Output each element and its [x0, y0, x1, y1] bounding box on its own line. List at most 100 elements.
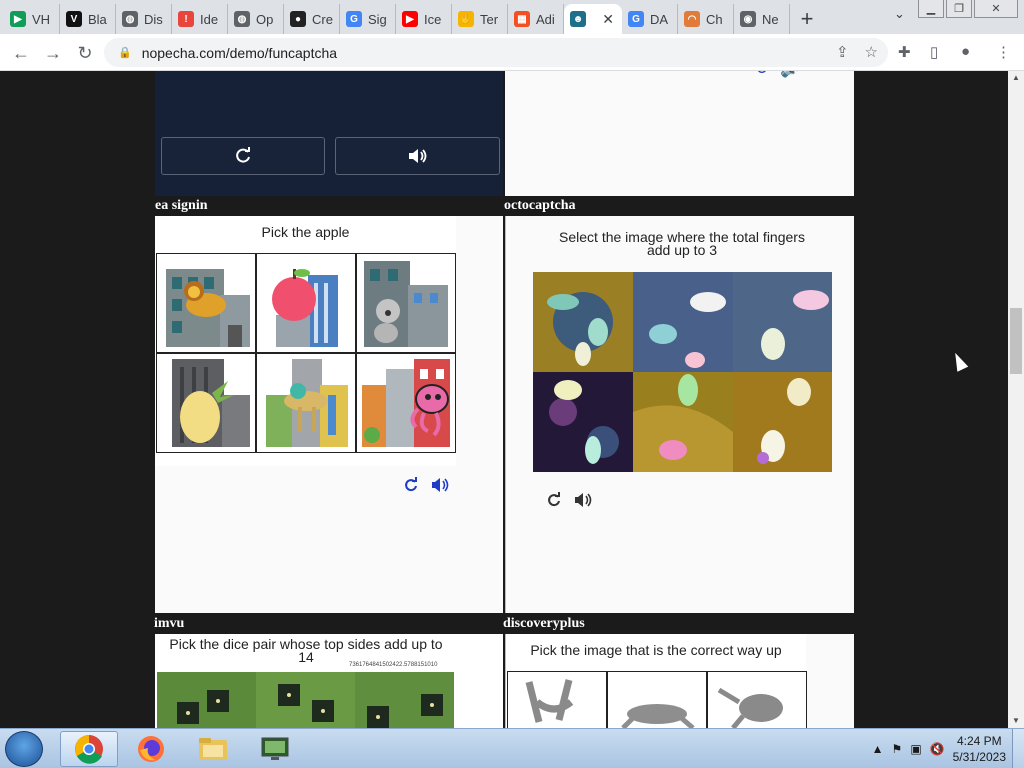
address-bar[interactable]: 🔒 nopecha.com/demo/funcaptcha ⇪ ☆ [104, 38, 888, 67]
tile-hands-3[interactable] [733, 272, 832, 372]
tab-label: Ch [706, 11, 723, 27]
tab-label: Bla [88, 11, 107, 27]
play-store-icon: ▶ [10, 11, 26, 27]
tab-label: Dis [144, 11, 163, 27]
tile-octopus[interactable] [356, 353, 456, 453]
tile-hands-4[interactable] [533, 372, 633, 472]
tile-lion[interactable] [156, 253, 256, 353]
monitor-icon [261, 737, 289, 760]
tile-animal-3[interactable] [707, 671, 807, 728]
window-controls: ▁ ❐ ✕ [918, 0, 1018, 18]
tab-label: Ide [200, 11, 219, 27]
tab-label: Ne [762, 11, 779, 27]
tab-close-icon[interactable]: ✕ [602, 11, 614, 28]
refresh-icon[interactable] [546, 492, 562, 508]
screen: { "browser": { "tabs": [ {"label": "VH",… [0, 0, 1024, 768]
dice-photo [355, 672, 454, 728]
clock-date: 5/31/2023 [952, 750, 1006, 764]
browser-tab[interactable]: ▶ VH [4, 4, 60, 34]
scroll-thumb[interactable] [1010, 308, 1022, 374]
volume-muted-icon[interactable]: 🔇 [930, 742, 945, 756]
koala-building-image [364, 261, 448, 347]
tray-arrow-icon[interactable]: ▲ [872, 742, 884, 756]
clock[interactable]: 4:24 PM 5/31/2023 [953, 733, 1006, 765]
network-icon[interactable]: ▣ [910, 742, 921, 756]
audio-button[interactable] [335, 137, 500, 175]
tab-search-icon[interactable]: ⌄ [894, 6, 905, 22]
browser-tab[interactable]: ! Ide [172, 4, 228, 34]
browser-tab[interactable]: G DA [622, 4, 678, 34]
browser-tab[interactable]: G Sig [340, 4, 396, 34]
browser-tab[interactable]: ◉ Ne [734, 4, 790, 34]
menu-kebab-icon[interactable]: ⋮ [996, 43, 1011, 61]
reload-icon[interactable]: ↻ [74, 42, 96, 64]
hands-photo [533, 372, 633, 472]
close-window-button[interactable]: ✕ [974, 0, 1018, 18]
flag-icon[interactable]: ⚑ [892, 742, 903, 756]
tile-koala[interactable] [356, 253, 456, 353]
profile-icon[interactable]: ● [961, 43, 970, 60]
tile-hands-2[interactable] [633, 272, 733, 372]
youtube-icon: ▶ [402, 11, 418, 27]
tile-animal-1[interactable] [507, 671, 607, 728]
speaker-icon[interactable]: 🔊 [780, 71, 800, 79]
taskbar-chrome[interactable] [60, 731, 118, 767]
tile-animal-2[interactable] [607, 671, 707, 728]
extensions-icon[interactable]: ✚ [898, 43, 911, 61]
tile-camel[interactable] [256, 353, 356, 453]
scroll-down-icon[interactable]: ▼ [1012, 716, 1020, 725]
scroll-up-icon[interactable]: ▲ [1012, 73, 1020, 82]
page-scrollbar[interactable]: ▲ ▼ [1008, 71, 1024, 728]
animal-photo [525, 679, 574, 723]
tile-dice-3[interactable] [355, 672, 454, 728]
hands-photo [733, 372, 832, 472]
lion-building-image [166, 269, 250, 347]
previous-controls: ↻ 🔊 [755, 71, 800, 79]
refresh-icon[interactable] [403, 477, 419, 493]
side-panel-icon[interactable]: ▯ [930, 43, 938, 61]
forward-icon[interactable]: → [42, 42, 64, 64]
tile-dice-2[interactable] [256, 672, 355, 728]
taskbar-app[interactable] [246, 731, 304, 767]
discoveryplus-tile-grid [507, 671, 807, 728]
show-desktop-button[interactable] [1012, 729, 1024, 768]
tab-label: Ice [424, 11, 442, 27]
browser-tab[interactable]: V Bla [60, 4, 116, 34]
browser-tab[interactable]: ◍ Op [228, 4, 284, 34]
google-icon: G [628, 11, 644, 27]
share-icon[interactable]: ⇪ [836, 43, 849, 61]
robot-icon: ☻ [570, 11, 586, 27]
ea-signin-captcha: Pick the apple [155, 216, 456, 466]
browser-tab[interactable]: ◠ Ch [678, 4, 734, 34]
speaker-icon[interactable] [574, 492, 594, 508]
speaker-icon[interactable] [431, 477, 451, 493]
google-icon: G [346, 11, 362, 27]
bookmark-star-icon[interactable]: ☆ [865, 43, 878, 61]
browser-tab[interactable]: ◍ Dis [116, 4, 172, 34]
start-button[interactable] [5, 731, 43, 767]
browser-tab[interactable]: ☻ ✕ [564, 4, 622, 34]
octo-tile-grid [533, 272, 832, 472]
tile-apple[interactable] [256, 253, 356, 353]
tile-hands-5[interactable] [633, 372, 733, 472]
tile-hands-1[interactable] [533, 272, 633, 372]
minimize-button[interactable]: ▁ [918, 0, 944, 18]
tile-dice-1[interactable] [157, 672, 256, 728]
label-ea-signin: ea signin [155, 198, 208, 213]
browser-tab[interactable]: ● Cre [284, 4, 340, 34]
taskbar-firefox[interactable] [122, 731, 180, 767]
tile-hands-6[interactable] [733, 372, 832, 472]
tile-pineapple[interactable] [156, 353, 256, 453]
browser-tab[interactable]: ✋ Ter [452, 4, 508, 34]
browser-tab[interactable]: ▦ Adi [508, 4, 564, 34]
new-tab-button[interactable]: + [790, 4, 824, 34]
tab-label: DA [650, 11, 669, 27]
refresh-button[interactable] [161, 137, 325, 175]
discoveryplus-captcha: Pick the image that is the correct way u… [506, 634, 807, 728]
restore-button[interactable]: ❐ [946, 0, 972, 18]
refresh-icon [236, 147, 250, 163]
browser-tab[interactable]: ▶ Ice [396, 4, 452, 34]
refresh-icon[interactable]: ↻ [755, 71, 768, 79]
back-icon[interactable]: ← [10, 42, 32, 64]
taskbar-explorer[interactable] [184, 731, 242, 767]
